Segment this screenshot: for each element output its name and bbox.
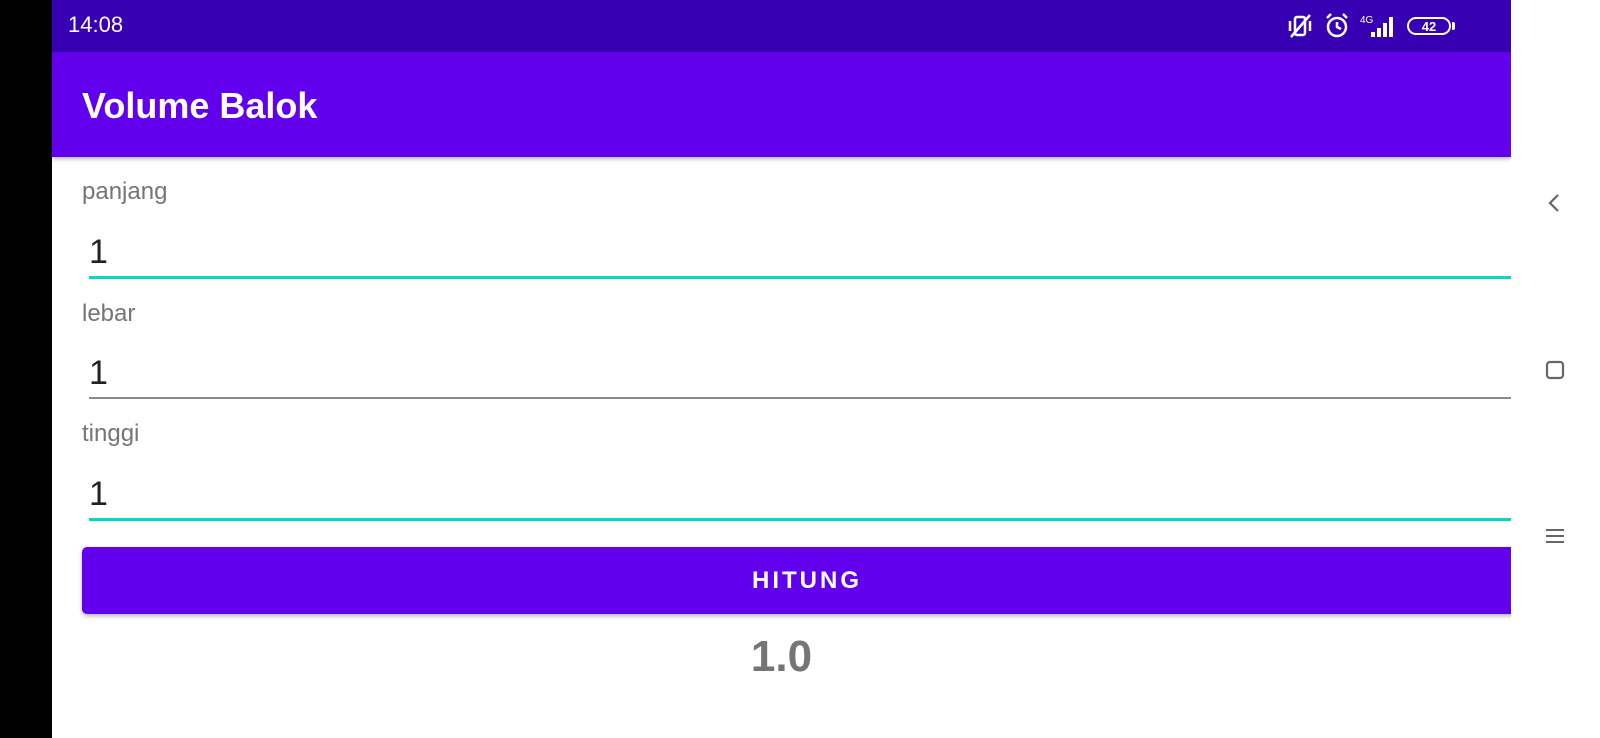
app-bar: Volume Balok <box>52 52 1511 157</box>
status-bar: 14:08 4G 42 <box>52 0 1511 52</box>
alarm-icon <box>1323 12 1351 40</box>
status-time: 14:08 <box>68 12 124 37</box>
back-icon[interactable] <box>1533 181 1577 225</box>
tinggi-underline <box>89 518 1511 521</box>
status-icons: 4G 42 <box>1285 10 1455 42</box>
lebar-label: lebar <box>82 300 136 327</box>
hitung-button[interactable]: HITUNG <box>82 547 1511 614</box>
panjang-underline <box>89 276 1511 279</box>
page-title: Volume Balok <box>82 85 318 126</box>
panjang-input[interactable] <box>89 230 1511 274</box>
vibrate-off-icon <box>1285 12 1315 40</box>
signal-icon: 4G <box>1359 12 1399 40</box>
home-icon[interactable] <box>1533 348 1577 392</box>
network-label: 4G <box>1360 15 1374 26</box>
result-text: 1.0 <box>750 632 813 681</box>
panjang-label: panjang <box>82 178 168 205</box>
tinggi-input[interactable] <box>89 472 1511 516</box>
tinggi-label: tinggi <box>82 420 140 447</box>
lebar-input[interactable] <box>89 351 1511 395</box>
navigation-bar <box>1511 0 1600 738</box>
recents-icon[interactable] <box>1533 514 1577 558</box>
battery-level: 42 <box>1421 18 1437 34</box>
app-screen: 14:08 4G 42 Volume Balok panjang 1 lebar… <box>52 0 1511 702</box>
battery-icon: 42 <box>1407 17 1455 35</box>
left-bezel <box>0 0 52 738</box>
lebar-underline <box>89 397 1511 399</box>
